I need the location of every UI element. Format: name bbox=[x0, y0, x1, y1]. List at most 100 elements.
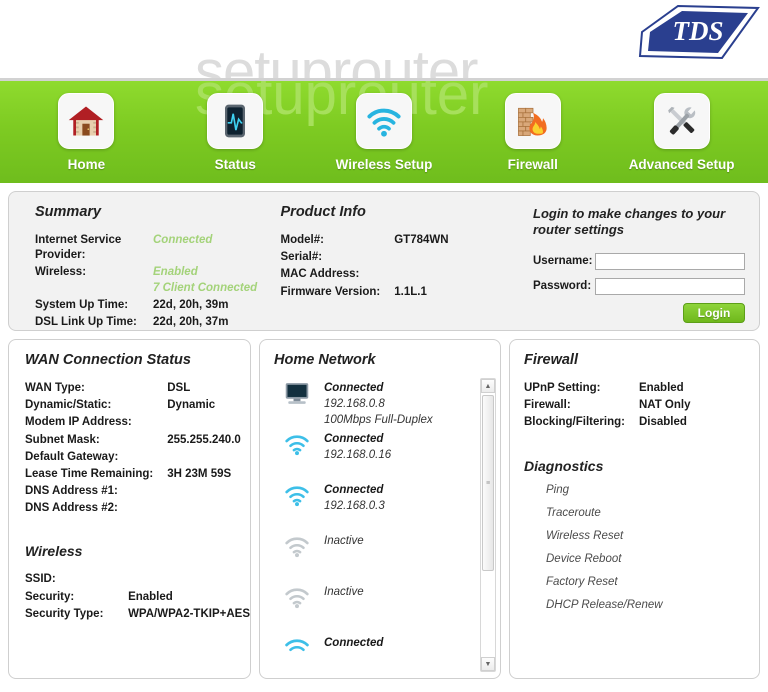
wan-value-lease: 3H 23M 59S bbox=[167, 467, 232, 480]
summary-table: Internet Service Provider: Connected Wir… bbox=[35, 232, 257, 330]
wireless-title: Wireless bbox=[25, 543, 83, 560]
wan-key-lease: Lease Time Remaining: bbox=[25, 467, 154, 480]
nav-item-firewall[interactable]: Firewall bbox=[458, 93, 607, 172]
table-row: Firmware Version: 1.1L.1 bbox=[281, 284, 449, 301]
firewall-key-blocking: Blocking/Filtering: bbox=[524, 416, 625, 429]
username-label: Username: bbox=[533, 255, 593, 267]
scrollbar-thumb[interactable]: ≡ bbox=[482, 395, 494, 571]
firewall-value-blocking: Disabled bbox=[638, 416, 687, 429]
device-info: Inactive bbox=[324, 584, 494, 601]
product-info-title: Product Info bbox=[280, 204, 366, 220]
device-status: Connected bbox=[324, 382, 384, 394]
wan-key-dns2: DNS Address #2: bbox=[25, 502, 118, 515]
summary-key-wireless: Wireless: bbox=[35, 266, 87, 279]
device-ip: 192.168.0.8 bbox=[324, 397, 385, 410]
firewall-card: Firewall UPnP Setting: Enabled Firewall:… bbox=[509, 339, 760, 679]
summary-value-dsl-uptime: 22d, 20h, 37m bbox=[153, 315, 229, 328]
list-item[interactable]: Connected 192.168.0.3 bbox=[270, 482, 494, 533]
nav-label-wireless-setup: Wireless Setup bbox=[335, 157, 433, 172]
firewall-key-upnp: UPnP Setting: bbox=[524, 382, 601, 394]
scroll-down-icon[interactable]: ▼ bbox=[481, 657, 495, 671]
table-row: UPnP Setting: Enabled bbox=[524, 380, 691, 397]
diagnostics-link-device-reboot[interactable]: Device Reboot bbox=[546, 553, 759, 565]
page-header: setuprouter TDS bbox=[0, 0, 768, 78]
summary-value-wireless: Enabled 7 Client Connected bbox=[153, 266, 258, 294]
house-icon bbox=[58, 93, 115, 149]
device-status: Inactive bbox=[324, 586, 364, 598]
wan-title: WAN Connection Status bbox=[25, 352, 191, 368]
product-key-serial: Serial#: bbox=[280, 251, 323, 264]
wan-value-type: DSL bbox=[167, 382, 191, 394]
password-input[interactable] bbox=[595, 277, 745, 295]
device-ip: 192.168.0.3 bbox=[324, 499, 385, 512]
home-network-scrollbar[interactable]: ▲ ≡ ▼ bbox=[480, 378, 496, 672]
nav-label-status: Status bbox=[214, 157, 256, 172]
table-row: Internet Service Provider: Connected bbox=[35, 232, 257, 264]
table-row: Dynamic/Static: Dynamic bbox=[25, 397, 241, 414]
table-row: DNS Address #2: bbox=[25, 500, 241, 517]
login-button[interactable]: Login bbox=[683, 302, 745, 323]
product-value-serial bbox=[394, 249, 448, 266]
product-key-firmware: Firmware Version: bbox=[280, 285, 381, 298]
username-input[interactable] bbox=[595, 252, 745, 270]
list-item[interactable]: Inactive bbox=[270, 584, 494, 635]
table-row: Subnet Mask: 255.255.240.0 bbox=[25, 432, 241, 449]
table-row: WAN Type: DSL bbox=[25, 380, 241, 397]
device-info: Connected 192.168.0.8 100Mbps Full-Duple… bbox=[324, 380, 494, 429]
svg-text:TDS: TDS bbox=[672, 16, 723, 46]
wireless-value-security-type: WPA/WPA2-TKIP+AES bbox=[128, 607, 250, 620]
diagnostics-link-wireless-reset[interactable]: Wireless Reset bbox=[546, 530, 759, 542]
device-ip: 192.168.0.16 bbox=[324, 448, 392, 461]
summary-key-isp: Internet Service Provider: bbox=[35, 234, 122, 262]
wan-value-gateway bbox=[167, 449, 241, 466]
wan-value-modem-ip bbox=[167, 414, 241, 431]
diagnostics-link-traceroute[interactable]: Traceroute bbox=[546, 507, 759, 519]
scroll-up-icon[interactable]: ▲ bbox=[481, 379, 495, 393]
wifi-icon bbox=[270, 431, 324, 456]
pulse-monitor-icon bbox=[207, 93, 264, 149]
device-info: Connected 192.168.0.16 bbox=[324, 431, 494, 464]
wan-value-subnet: 255.255.240.0 bbox=[167, 433, 241, 446]
table-row: SSID: bbox=[25, 571, 250, 588]
wan-key-type: WAN Type: bbox=[25, 382, 85, 394]
table-row: Firewall: NAT Only bbox=[524, 397, 691, 414]
list-item[interactable]: Connected 192.168.0.16 bbox=[270, 431, 494, 482]
wireless-key-security: Security: bbox=[25, 590, 75, 603]
device-status: Connected bbox=[324, 433, 384, 445]
table-row: Blocking/Filtering: Disabled bbox=[524, 414, 691, 431]
firewall-value-firewall: NAT Only bbox=[638, 399, 691, 412]
device-status: Connected bbox=[324, 484, 384, 496]
wifi-icon bbox=[270, 533, 324, 558]
diagnostics-link-dhcp-release-renew[interactable]: DHCP Release/Renew bbox=[546, 599, 759, 611]
list-item[interactable]: Connected bbox=[270, 635, 494, 678]
table-row: Wireless: Enabled 7 Client Connected bbox=[35, 264, 257, 296]
overview-panel: Summary Internet Service Provider: Conne… bbox=[8, 191, 760, 331]
home-network-device-list: Connected 192.168.0.8 100Mbps Full-Duple… bbox=[270, 380, 494, 678]
wireless-table: SSID: Security: Enabled Security Type: W… bbox=[25, 571, 250, 623]
nav-label-home: Home bbox=[67, 157, 106, 172]
wireless-value-security: Enabled bbox=[128, 590, 173, 603]
wan-table: WAN Type: DSL Dynamic/Static: Dynamic Mo… bbox=[25, 380, 241, 517]
device-info: Connected 192.168.0.3 bbox=[324, 482, 494, 515]
wan-value-dns1 bbox=[167, 483, 241, 500]
nav-label-advanced-setup: Advanced Setup bbox=[628, 157, 735, 172]
nav-item-wireless-setup[interactable]: Wireless Setup bbox=[310, 93, 459, 172]
product-value-mac bbox=[394, 266, 448, 283]
home-network-title: Home Network bbox=[274, 352, 376, 368]
device-status: Inactive bbox=[324, 535, 364, 547]
computer-icon bbox=[270, 380, 324, 405]
wireless-key-ssid: SSID: bbox=[25, 573, 56, 586]
login-section: Login to make changes to your router set… bbox=[521, 192, 759, 330]
wan-value-dns2 bbox=[167, 500, 241, 517]
nav-item-home[interactable]: Home bbox=[12, 93, 161, 172]
summary-section: Summary Internet Service Provider: Conne… bbox=[9, 192, 273, 330]
diagnostics-link-factory-reset[interactable]: Factory Reset bbox=[546, 576, 759, 588]
wan-value-dynamic-static: Dynamic bbox=[167, 399, 216, 412]
main-navigation: setuprouter Home Status Wireless Setup F… bbox=[0, 78, 768, 183]
nav-item-status[interactable]: Status bbox=[161, 93, 310, 172]
list-item[interactable]: Inactive bbox=[270, 533, 494, 584]
nav-item-advanced-setup[interactable]: Advanced Setup bbox=[607, 93, 756, 172]
diagnostics-link-ping[interactable]: Ping bbox=[546, 484, 759, 496]
device-info: Connected bbox=[324, 635, 494, 652]
list-item[interactable]: Connected 192.168.0.8 100Mbps Full-Duple… bbox=[270, 380, 494, 431]
